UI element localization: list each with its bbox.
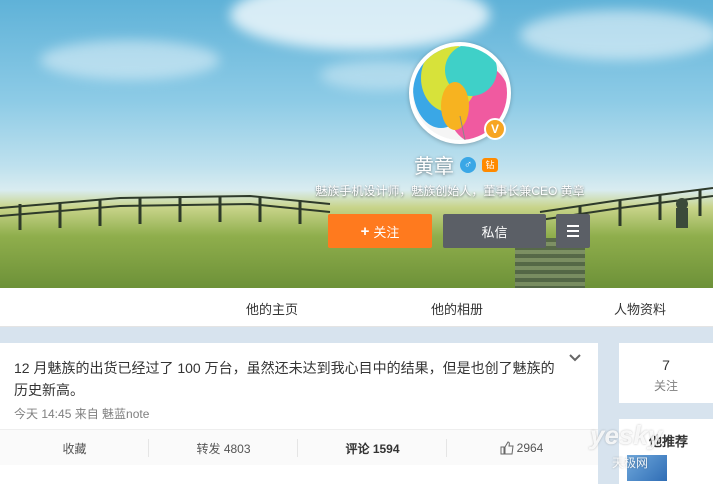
profile-bio: 魅族手机设计师，魅族创始人，董事长兼CEO 黄章 bbox=[315, 184, 585, 198]
repost-button[interactable]: 转发 4803 bbox=[149, 430, 298, 466]
follow-button-label: 关注 bbox=[373, 224, 400, 240]
comment-button[interactable]: 评论 1594 bbox=[298, 430, 447, 466]
tab-home[interactable]: 他的主页 bbox=[246, 299, 298, 318]
following-stat[interactable]: 7 关注 bbox=[619, 343, 713, 403]
vip-icon: 钻 bbox=[482, 157, 498, 172]
message-button-label: 私信 bbox=[481, 224, 508, 240]
like-button[interactable]: 2964 bbox=[447, 430, 596, 466]
profile-nav: 他的主页 他的相册 人物资料 bbox=[0, 288, 713, 327]
watermark-logo: yesky bbox=[590, 420, 663, 450]
male-icon: ♂ bbox=[460, 156, 476, 173]
post-meta: 今天 14:45 来自 魅蓝note bbox=[14, 407, 150, 421]
watermark-sub: 天极网 bbox=[612, 456, 649, 470]
favorite-button[interactable]: 收藏 bbox=[0, 430, 149, 466]
comment-label: 评论 1594 bbox=[345, 441, 400, 456]
tab-album[interactable]: 他的相册 bbox=[431, 299, 483, 318]
favorite-label: 收藏 bbox=[62, 441, 87, 456]
plus-icon: + bbox=[360, 222, 370, 240]
more-menu-button[interactable] bbox=[556, 214, 590, 248]
thumbs-up-icon bbox=[500, 441, 514, 455]
post-card: 12 月魅族的出货已经过了 100 万台，虽然还未达到我心目中的结果，但是也创了… bbox=[0, 343, 598, 484]
verified-badge-icon: V bbox=[484, 118, 506, 140]
message-button[interactable]: 私信 bbox=[443, 214, 546, 248]
like-count: 2964 bbox=[516, 441, 544, 455]
follow-button[interactable]: + 关注 bbox=[328, 214, 432, 248]
following-count: 7 bbox=[662, 357, 670, 373]
profile-name: 黄章 bbox=[414, 156, 454, 178]
chevron-down-icon[interactable] bbox=[568, 351, 582, 365]
following-label: 关注 bbox=[653, 379, 678, 393]
repost-label: 转发 4803 bbox=[196, 441, 251, 456]
menu-icon bbox=[567, 225, 579, 227]
post-text: 12 月魅族的出货已经过了 100 万台，虽然还未达到我心目中的结果，但是也创了… bbox=[14, 360, 555, 398]
post-actions: 收藏 转发 4803 评论 1594 2964 bbox=[0, 429, 598, 465]
tab-profile-info[interactable]: 人物资料 bbox=[614, 299, 666, 318]
